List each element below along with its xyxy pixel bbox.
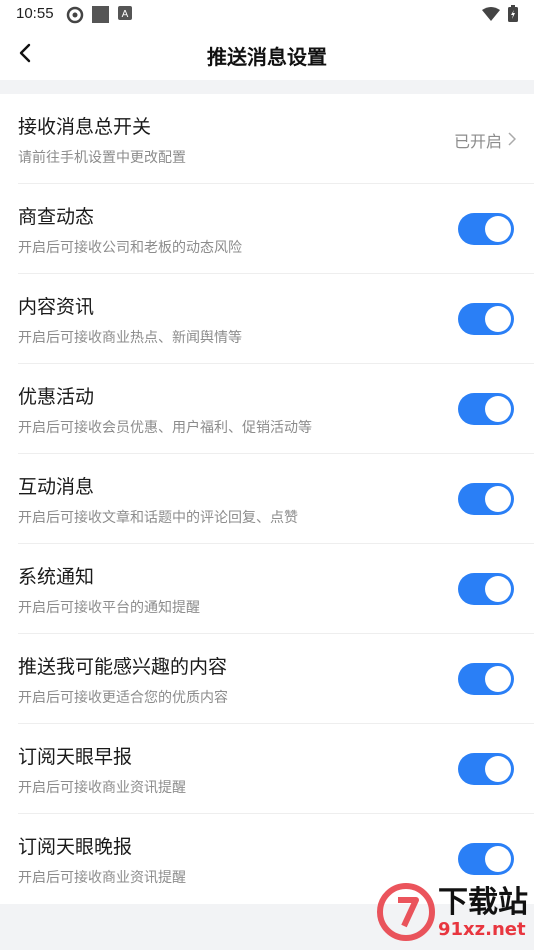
- toggle-knob: [485, 846, 511, 872]
- setting-title: 推送我可能感兴趣的内容: [18, 656, 228, 678]
- setting-row-interactions: 互动消息 开启后可接收文章和话题中的评论回复、点赞: [18, 454, 534, 544]
- setting-title: 系统通知: [18, 566, 95, 588]
- toggle-switch[interactable]: [458, 303, 514, 335]
- toggle-knob: [485, 486, 511, 512]
- setting-title: 订阅天眼晚报: [18, 836, 133, 858]
- setting-subtitle: 开启后可接收商业热点、新闻舆情等: [18, 330, 242, 346]
- setting-subtitle: 开启后可接收公司和老板的动态风险: [18, 240, 242, 256]
- settings-list: 接收消息总开关 请前往手机设置中更改配置 已开启 商查动态 开启后可接收公司和老…: [0, 94, 534, 904]
- master-switch-subtitle: 请前往手机设置中更改配置: [18, 150, 186, 166]
- master-switch-title: 接收消息总开关: [18, 116, 152, 138]
- setting-subtitle: 开启后可接收会员优惠、用户福利、促销活动等: [18, 420, 312, 436]
- setting-title: 订阅天眼早报: [18, 746, 133, 768]
- toggle-knob: [485, 306, 511, 332]
- setting-title: 商查动态: [18, 206, 95, 228]
- watermark: 下载站 91xz.net: [376, 882, 528, 946]
- toggle-knob: [485, 396, 511, 422]
- setting-title: 互动消息: [18, 476, 95, 498]
- a-badge-icon: A: [118, 6, 132, 25]
- setting-title: 优惠活动: [18, 386, 95, 408]
- toggle-switch[interactable]: [458, 843, 514, 875]
- master-switch-state-label: 已开启: [453, 132, 502, 151]
- chevron-right-icon: [508, 131, 517, 150]
- setting-subtitle: 开启后可接收商业资讯提醒: [18, 870, 186, 886]
- status-right-icons: [482, 5, 518, 27]
- settings-gear-icon: [66, 6, 84, 29]
- watermark-url: 91xz.net: [438, 919, 526, 940]
- page-title: 推送消息设置: [207, 45, 327, 69]
- watermark-logo-text: 下载站: [438, 885, 528, 920]
- toggle-switch[interactable]: [458, 393, 514, 425]
- setting-subtitle: 开启后可接收商业资讯提醒: [18, 780, 186, 796]
- toggle-knob: [485, 666, 511, 692]
- watermark-text-group: 下载站 91xz.net: [438, 887, 528, 941]
- master-switch-state[interactable]: 已开启: [453, 128, 517, 152]
- square-icon: [92, 6, 109, 28]
- svg-text:A: A: [122, 9, 129, 20]
- setting-row-morning-report: 订阅天眼早报 开启后可接收商业资讯提醒: [18, 724, 534, 814]
- toggle-switch[interactable]: [458, 663, 514, 695]
- setting-row-promotions: 优惠活动 开启后可接收会员优惠、用户福利、促销活动等: [18, 364, 534, 454]
- watermark-logo-icon: [376, 882, 436, 946]
- toggle-switch[interactable]: [458, 753, 514, 785]
- setting-row-recommended-content: 推送我可能感兴趣的内容 开启后可接收更适合您的优质内容: [18, 634, 534, 724]
- setting-row-business-updates: 商查动态 开启后可接收公司和老板的动态风险: [18, 184, 534, 274]
- toggle-switch[interactable]: [458, 573, 514, 605]
- setting-title: 内容资讯: [18, 296, 95, 318]
- toggle-knob: [485, 756, 511, 782]
- wifi-icon: [482, 6, 500, 26]
- setting-row-system-notices: 系统通知 开启后可接收平台的通知提醒: [18, 544, 534, 634]
- nav-bar: 推送消息设置: [0, 28, 534, 80]
- toggle-switch[interactable]: [458, 213, 514, 245]
- master-switch-row[interactable]: 接收消息总开关 请前往手机设置中更改配置 已开启: [18, 94, 534, 184]
- status-bar: 10:55 A: [0, 0, 534, 28]
- setting-subtitle: 开启后可接收平台的通知提醒: [18, 600, 200, 616]
- toggle-switch[interactable]: [458, 483, 514, 515]
- setting-row-content-news: 内容资讯 开启后可接收商业热点、新闻舆情等: [18, 274, 534, 364]
- status-time: 10:55: [16, 5, 54, 22]
- battery-icon: [508, 5, 518, 27]
- setting-subtitle: 开启后可接收文章和话题中的评论回复、点赞: [18, 510, 298, 526]
- toggle-knob: [485, 576, 511, 602]
- setting-subtitle: 开启后可接收更适合您的优质内容: [18, 690, 228, 706]
- toggle-knob: [485, 216, 511, 242]
